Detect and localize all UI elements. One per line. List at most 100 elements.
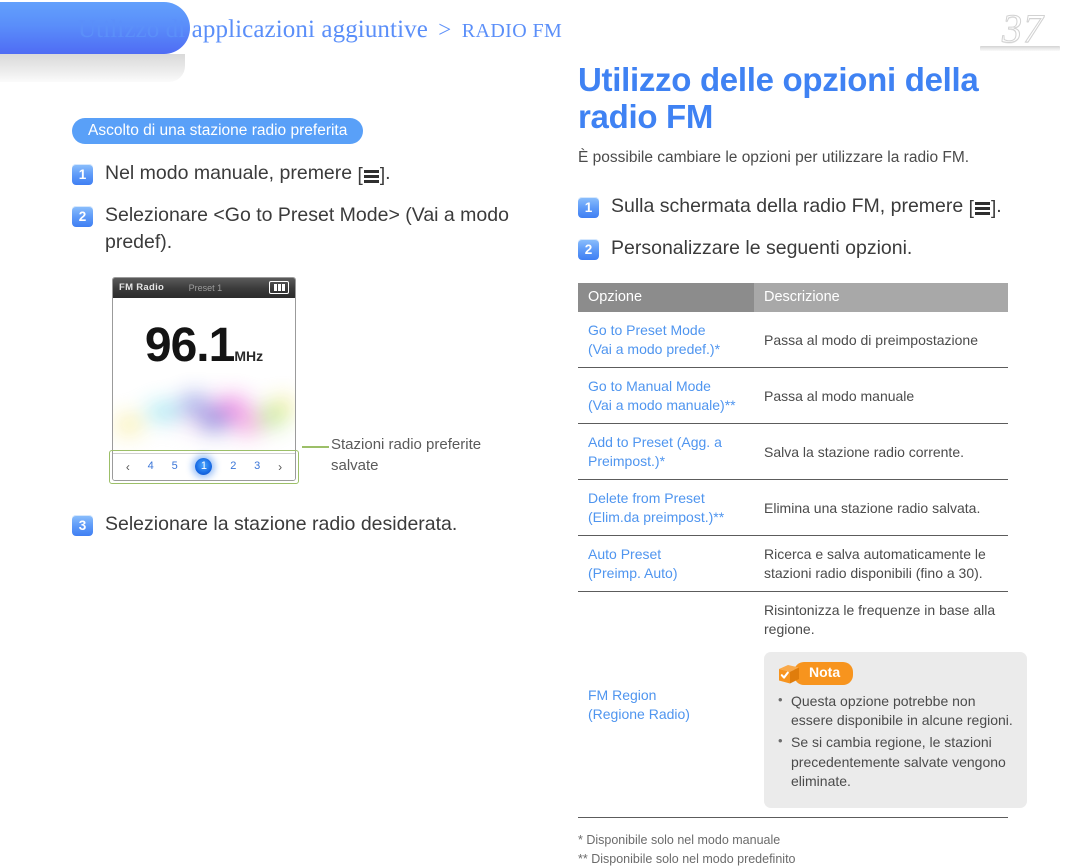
option-line2: Preimpost.)* bbox=[588, 452, 666, 469]
footnote-item: ** Disponibile solo nel modo predefinito bbox=[578, 851, 796, 866]
preset-item[interactable]: 4 bbox=[148, 461, 154, 472]
option-line1: Delete from Preset bbox=[588, 490, 705, 507]
breadcrumb-main: Utilizzo di applicazioni aggiuntive bbox=[78, 16, 428, 43]
frequency-value: 96.1 bbox=[144, 318, 235, 372]
status-bar-preset: Preset 1 bbox=[188, 282, 223, 293]
step-text: Sulla schermata della radio FM, premere … bbox=[611, 193, 1002, 219]
cell-option: Go to Preset Mode (Vai a modo predef.)* bbox=[578, 312, 754, 369]
table-row: Delete from Preset (Elim.da preimpost.)*… bbox=[578, 479, 1008, 537]
preset-bar: ‹ 4 5 1 2 3 › bbox=[113, 452, 295, 480]
table-row: Go to Preset Mode (Vai a modo predef.)* … bbox=[578, 312, 1008, 369]
step-text-after: . bbox=[996, 194, 1002, 217]
step-text-before: Nel modo manuale, premere bbox=[105, 162, 358, 185]
corner-tab-gray bbox=[0, 54, 185, 82]
breadcrumb-section: RADIO FM bbox=[461, 20, 563, 42]
section-heading-pill: Ascolto di una stazione radio preferita bbox=[72, 118, 364, 145]
preset-next-arrow-icon[interactable]: › bbox=[278, 461, 282, 473]
cell-description: Ricerca e salva automaticamente le stazi… bbox=[754, 535, 1008, 593]
breadcrumb-separator: > bbox=[438, 17, 452, 42]
option-line1: Add to Preset (Agg. a bbox=[588, 434, 722, 451]
cell-option: Go to Manual Mode (Vai a modo manuale)** bbox=[578, 367, 754, 425]
nota-list: Questa opzione potrebbe non essere dispo… bbox=[777, 691, 1013, 791]
option-line2: (Vai a modo predef.)* bbox=[588, 340, 721, 357]
step-item: 1 Sulla schermata della radio FM, premer… bbox=[578, 193, 1052, 219]
options-table: Opzione Descrizione Go to Preset Mode (V… bbox=[578, 283, 1027, 817]
device-screen: 96.1MHz bbox=[113, 297, 295, 453]
step-number-badge: 1 bbox=[578, 196, 599, 218]
footnotes: * Disponibile solo nel modo manuale ** D… bbox=[578, 831, 1052, 868]
device-status-bar: FM Radio Preset 1 bbox=[113, 277, 295, 298]
footnote-item: * Disponibile solo nel modo manuale bbox=[578, 832, 781, 847]
preset-item-active[interactable]: 1 bbox=[195, 458, 213, 476]
status-bar-title: FM Radio bbox=[119, 282, 165, 294]
device-frame: FM Radio Preset 1 96.1MHz ‹ 4 5 1 2 3 › bbox=[112, 276, 296, 481]
cell-option: Delete from Preset (Elim.da preimpost.)*… bbox=[578, 479, 754, 537]
callout-leader-line bbox=[302, 446, 329, 448]
nota-header: Nota bbox=[777, 662, 1013, 685]
menu-key-icon: [] bbox=[357, 165, 386, 187]
option-line2: (Regione Radio) bbox=[588, 705, 690, 722]
callout-text-line2: salvate bbox=[331, 456, 379, 474]
column-header-description: Descrizione bbox=[754, 283, 1008, 313]
option-line1: Go to Preset Mode bbox=[588, 322, 706, 339]
step-item: 3 Selezionare la stazione radio desidera… bbox=[72, 511, 572, 537]
page-number: 37 bbox=[1002, 6, 1044, 52]
step-text: Personalizzare le seguenti opzioni. bbox=[611, 237, 913, 260]
table-row: Auto Preset (Preimp. Auto) Ricerca e sal… bbox=[578, 535, 1008, 593]
step-text: Selezionare la stazione radio desiderata… bbox=[105, 512, 458, 535]
cell-description: Passa al modo di preimpostazione bbox=[754, 312, 1008, 369]
battery-icon bbox=[269, 281, 289, 295]
cell-option: Add to Preset (Agg. a Preimpost.)* bbox=[578, 423, 754, 481]
step-text-after: . bbox=[385, 162, 391, 185]
option-line1: Auto Preset bbox=[588, 546, 662, 563]
preset-prev-arrow-icon[interactable]: ‹ bbox=[126, 461, 130, 473]
step-number-badge: 1 bbox=[72, 164, 93, 186]
step-item: 1 Nel modo manuale, premere []. bbox=[72, 160, 572, 186]
step-item: 2 Selezionare <Go to Preset Mode> (Vai a… bbox=[72, 202, 572, 255]
option-line2: (Elim.da preimpost.)** bbox=[588, 508, 725, 525]
nota-box: Nota Questa opzione potrebbe non essere … bbox=[764, 652, 1027, 808]
page-title: Utilizzo delle opzioni della radio FM bbox=[578, 61, 979, 135]
step-number-badge: 2 bbox=[72, 206, 93, 228]
nota-list-item: Questa opzione potrebbe non essere dispo… bbox=[777, 691, 1013, 730]
visualizer-blob bbox=[113, 383, 295, 450]
table-row: Go to Manual Mode (Vai a modo manuale)**… bbox=[578, 367, 1008, 425]
step-number-badge: 3 bbox=[72, 514, 93, 536]
cell-description: Passa al modo manuale bbox=[754, 367, 1008, 425]
hamburger-icon bbox=[974, 201, 990, 216]
option-line1: FM Region bbox=[588, 687, 657, 704]
preset-item[interactable]: 5 bbox=[172, 461, 178, 472]
option-line1: Go to Manual Mode bbox=[588, 378, 711, 395]
nota-label: Nota bbox=[794, 662, 854, 685]
callout-annotation: Stazioni radio preferite salvate bbox=[302, 435, 481, 476]
menu-key-icon: [] bbox=[968, 197, 997, 219]
callout-text: Stazioni radio preferite salvate bbox=[331, 435, 481, 476]
frequency-unit: MHz bbox=[234, 347, 264, 364]
table-header-row: Opzione Descrizione bbox=[578, 283, 1008, 313]
table-row-fm-region: FM Region (Regione Radio) Risintonizza l… bbox=[578, 592, 1027, 817]
cell-option: Auto Preset (Preimp. Auto) bbox=[578, 535, 754, 593]
breadcrumb: Utilizzo di applicazioni aggiuntive > RA… bbox=[78, 16, 562, 44]
step-number-badge: 2 bbox=[578, 239, 599, 261]
region-description-text: Risintonizza le frequenze in base alla r… bbox=[764, 602, 996, 637]
left-column: Ascolto di una stazione radio preferita … bbox=[72, 118, 572, 537]
preset-item[interactable]: 3 bbox=[254, 461, 260, 472]
column-header-option: Opzione bbox=[578, 283, 754, 313]
cell-description: Risintonizza le frequenze in base alla r… bbox=[754, 592, 1027, 817]
cell-description: Elimina una stazione radio salvata. bbox=[754, 479, 1008, 537]
frequency-display: 96.1MHz bbox=[113, 318, 295, 372]
note-cube-icon bbox=[777, 662, 801, 685]
page-intro-text: È possibile cambiare le opzioni per util… bbox=[578, 148, 970, 166]
option-line2: (Preimp. Auto) bbox=[588, 564, 678, 581]
step-text: Selezionare <Go to Preset Mode> (Vai a m… bbox=[105, 204, 509, 253]
step-text-before: Sulla schermata della radio FM, premere bbox=[611, 194, 969, 217]
cell-description: Salva la stazione radio corrente. bbox=[754, 423, 1008, 481]
table-bottom-rule bbox=[578, 816, 1008, 818]
step-item: 2 Personalizzare le seguenti opzioni. bbox=[578, 235, 1052, 261]
preset-item[interactable]: 2 bbox=[230, 461, 236, 472]
callout-text-line1: Stazioni radio preferite bbox=[331, 436, 482, 454]
nota-list-item: Se si cambia regione, le stazioni preced… bbox=[777, 732, 1013, 791]
right-column: Utilizzo delle opzioni della radio FM È … bbox=[578, 61, 1052, 868]
step-text: Nel modo manuale, premere []. bbox=[105, 160, 391, 186]
page-number-rule bbox=[980, 46, 1060, 51]
